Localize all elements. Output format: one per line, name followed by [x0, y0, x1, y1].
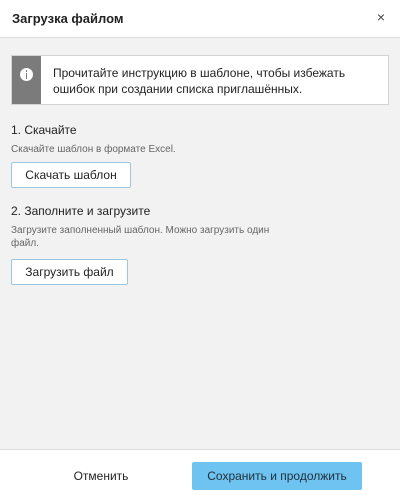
- notice-bar: [12, 56, 41, 104]
- save-and-continue-button[interactable]: Сохранить и продолжить: [192, 462, 362, 490]
- download-template-button[interactable]: Скачать шаблон: [11, 162, 131, 188]
- dialog-header: Загрузка файлом ×: [0, 0, 400, 38]
- info-notice: Прочитайте инструкцию в шаблоне, чтобы и…: [11, 55, 389, 105]
- step-2-description: Загрузите заполненный шаблон. Можно загр…: [11, 225, 270, 249]
- dialog-title: Загрузка файлом: [12, 11, 124, 26]
- cancel-button[interactable]: Отменить: [40, 462, 162, 490]
- close-icon[interactable]: ×: [372, 8, 390, 26]
- step-2-heading: 2. Заполните и загрузите: [11, 204, 151, 218]
- notice-text: Прочитайте инструкцию в шаблоне, чтобы и…: [53, 66, 346, 96]
- step-1-heading: 1. Скачайте: [11, 123, 77, 137]
- step-1-description: Скачайте шаблон в формате Excel.: [11, 144, 176, 155]
- upload-file-button[interactable]: Загрузить файл: [11, 259, 128, 285]
- dialog-footer: Отменить Сохранить и продолжить: [0, 449, 400, 502]
- upload-dialog: Загрузка файлом × Прочитайте инструкцию …: [0, 0, 400, 502]
- info-icon: [20, 68, 33, 81]
